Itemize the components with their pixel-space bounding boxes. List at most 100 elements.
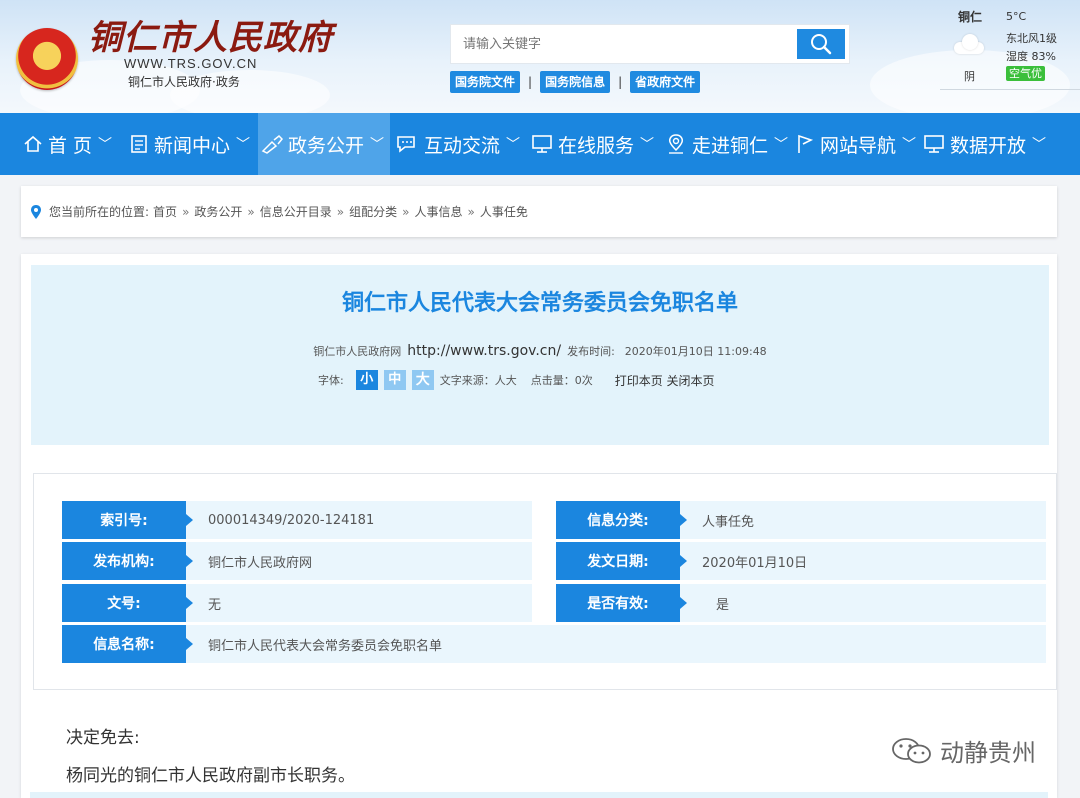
home-icon [24,135,42,152]
article-title: 铜仁市人民代表大会常务委员会免职名单 [341,291,738,316]
quick-link-provincial-docs[interactable]: 省政府文件 [630,71,701,93]
click-count: 点击量：0次 [530,374,593,387]
monitor-icon [532,135,552,153]
national-emblem-icon[interactable]: ★ [16,28,78,90]
breadcrumb-separator: » [182,204,190,219]
nav-item-site-navigation[interactable]: 网站导航 ﹀ [794,113,916,175]
nav-item-government-affairs[interactable]: 政务公开 ﹀ [258,113,390,175]
article-container: 铜仁市人民代表大会常务委员会免职名单 铜仁市人民政府网 http://www.tr… [21,254,1057,798]
article-body-line: 杨同光的铜仁市人民政府副市长职务。 [66,766,355,786]
breadcrumb-link-home[interactable]: 首页 [153,203,177,220]
breadcrumb-link-government-affairs[interactable]: 政务公开 [194,203,242,220]
search-input[interactable] [455,29,795,59]
breadcrumb-link-appointments[interactable]: 人事任免 [480,203,528,220]
nav-item-home[interactable]: 首 页 ﹀ [22,113,112,175]
weather-widget: 铜仁 阴 5°C 东北风1级 湿度 83% 空气优 [940,4,1080,90]
font-size-label: 字体: [318,374,344,387]
chevron-down-icon: ﹀ [640,137,655,153]
article-body-line: 决定免去: [66,728,140,748]
breadcrumb-link-category[interactable]: 组配分类 [349,203,397,220]
search-button[interactable] [797,29,845,59]
nav-item-label: 数据开放 [950,134,1027,157]
category-value: 人事任免 [702,514,755,530]
publish-time: 2020年01月10日 11:09:48 [624,345,767,358]
chevron-down-icon: ﹀ [98,137,113,153]
article-meta: 铜仁市人民政府网 http://www.trs.gov.cn/发布时间: 2020年… [31,343,1049,359]
chevron-down-icon: ﹀ [506,137,521,153]
font-size-small-button[interactable]: 小 [355,370,378,390]
breadcrumb-prefix: 您当前所在的位置: [49,205,150,219]
site-logo-subtitle: 铜仁市人民政府·政务 [128,75,240,89]
article-source-url[interactable]: http://www.trs.gov.cn/ [407,343,561,359]
site-logo-url: WWW.TRS.GOV.CN [124,56,258,71]
nav-item-label: 网站导航 [820,134,897,157]
weather-city: 铜仁 [958,10,983,24]
location-icon [669,134,683,154]
document-number-value: 无 [208,597,222,613]
index-number-label: 索引号: [62,501,193,539]
divider: | [528,75,533,89]
breadcrumb-separator: » [467,204,475,219]
nav-item-about-tongren[interactable]: 走进铜仁 ﹀ [664,113,788,175]
document-number-label: 文号: [62,584,193,622]
nav-item-open-data[interactable]: 数据开放 ﹀ [922,113,1046,175]
divider: | [618,75,623,89]
chevron-down-icon: ﹀ [236,137,251,153]
font-size-large-button[interactable]: 大 [411,370,434,390]
issue-date-label: 发文日期: [556,542,687,580]
nav-item-label: 首 页 [48,134,93,157]
issue-date-value: 2020年01月10日 [702,555,808,571]
info-name-label: 信息名称: [62,625,193,663]
weather-condition: 阴 [964,70,975,83]
publisher-label: 发布机构: [62,542,193,580]
breadcrumb-separator: » [402,204,410,219]
nav-item-news[interactable]: 新闻中心 ﹀ [128,113,250,175]
article-source-site: 铜仁市人民政府网 [313,345,402,358]
breadcrumb-separator: » [247,204,255,219]
monitor-icon [924,135,944,153]
nav-item-online-service[interactable]: 在线服务 ﹀ [530,113,654,175]
search-box [450,24,850,64]
info-name-value: 铜仁市人民代表大会常务委员会免职名单 [208,638,443,654]
quick-link-state-council-docs[interactable]: 国务院文件 [450,71,521,93]
font-size-medium-button[interactable]: 中 [383,370,406,390]
nav-item-interaction[interactable]: 互动交流 ﹀ [394,113,520,175]
publish-time-label: 发布时间: [567,345,615,358]
location-pin-icon [31,204,41,219]
document-info-table: 索引号: 000014349/2020-124181 信息分类: 人事任免 发布… [33,473,1057,690]
print-close-links[interactable]: 打印本页 关闭本页 [615,372,715,389]
quick-link-state-council-info[interactable]: 国务院信息 [540,71,611,93]
article-tools: 字体: 小 中 大 文字来源：人大 点击量：0次 打印本页 关闭本页 [318,368,715,392]
breadcrumb-link-info-catalog[interactable]: 信息公开目录 [260,203,332,220]
text-source: 文字来源：人大 [439,374,517,387]
main-nav: 首 页 ﹀ 新闻中心 ﹀ 政务公开 ﹀ 互动交流 ﹀ 在线服务 ﹀ 走进铜仁 ﹀ 网站导航 ﹀… [0,113,1080,175]
chevron-down-icon: ﹀ [902,137,917,153]
category-label: 信息分类: [556,501,687,539]
nav-item-label: 在线服务 [558,134,635,157]
index-number-value: 000014349/2020-124181 [208,512,375,528]
nav-item-label: 互动交流 [424,134,501,157]
wechat-icon [892,737,931,763]
weather-temperature: 5°C [1006,10,1027,23]
breadcrumb-link-personnel-info[interactable]: 人事信息 [414,203,462,220]
breadcrumb: 您当前所在的位置: 首页 » 政务公开 » 信息公开目录 » 组配分类 » 人事… [21,186,1057,237]
watermark: 动静贵州 [890,733,1036,768]
search-icon [811,34,832,55]
nav-item-label: 走进铜仁 [692,134,769,157]
chevron-down-icon: ﹀ [774,137,789,153]
validity-value: 是 [716,597,730,613]
breadcrumb-separator: » [336,204,345,219]
weather-humidity: 湿度 83% [1006,50,1056,63]
nav-item-label: 政务公开 [288,134,365,157]
site-header: ★ 铜仁市人民政府 WWW.TRS.GOV.CN 铜仁市人民政府·政务 国务院文… [0,0,1080,113]
watermark-text: 动静贵州 [940,739,1036,767]
site-logo-title[interactable]: 铜仁市人民政府 [88,10,333,59]
chat-icon [397,136,415,153]
chevron-down-icon: ﹀ [1032,137,1047,153]
nav-item-label: 新闻中心 [154,134,231,157]
content-bottom-strip [30,792,1048,798]
pen-icon [261,134,284,154]
publisher-value: 铜仁市人民政府网 [208,555,313,571]
flag-icon [798,134,814,153]
cloudy-icon [954,34,986,54]
